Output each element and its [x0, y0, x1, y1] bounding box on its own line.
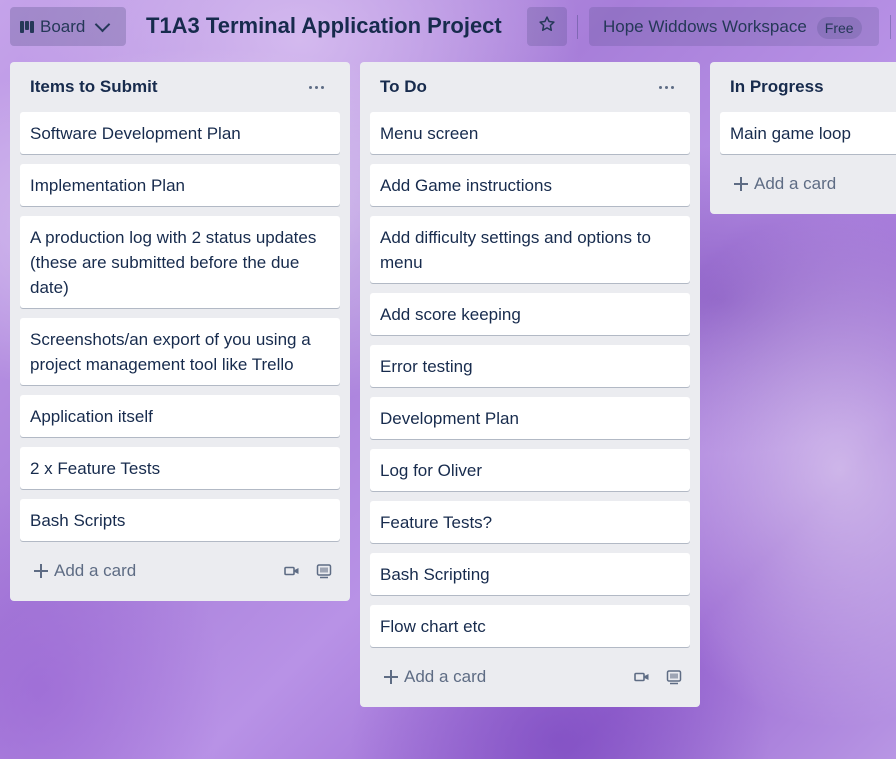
list-title[interactable]: In Progress	[730, 77, 824, 97]
list-header: Items to Submit	[20, 62, 340, 112]
card-template-icon[interactable]	[316, 563, 332, 579]
board-header: Board T1A3 Terminal Application Project …	[0, 0, 896, 56]
card[interactable]: Flow chart etc	[370, 605, 690, 647]
card[interactable]: 2 x Feature Tests	[20, 447, 340, 489]
list-in-progress: In Progress Main game loop Add a card	[710, 62, 896, 214]
card[interactable]: Add score keeping	[370, 293, 690, 335]
header-divider	[890, 15, 891, 39]
add-card-label: Add a card	[754, 174, 837, 193]
more-icon[interactable]	[652, 75, 680, 99]
list-header: To Do	[370, 62, 690, 112]
list-header: In Progress	[720, 62, 896, 112]
card[interactable]: Application itself	[20, 395, 340, 437]
chevron-down-icon	[95, 16, 111, 32]
add-card-label: Add a card	[404, 667, 487, 686]
card[interactable]: Menu screen	[370, 112, 690, 154]
card[interactable]: Screenshots/an export of you using a pro…	[20, 318, 340, 385]
list-footer-actions	[634, 669, 682, 685]
list-items-to-submit: Items to Submit Software Development Pla…	[10, 62, 350, 601]
card[interactable]: Bash Scripting	[370, 553, 690, 595]
card[interactable]: Bash Scripts	[20, 499, 340, 541]
add-card-label: Add a card	[54, 561, 137, 580]
workspace-name: Hope Widdows Workspace	[603, 16, 807, 36]
card[interactable]: Feature Tests?	[370, 501, 690, 543]
plus-icon	[34, 564, 48, 578]
card[interactable]: Log for Oliver	[370, 449, 690, 491]
list-footer: Add a card	[20, 551, 340, 591]
add-card-button[interactable]: Add a card	[34, 561, 136, 581]
plus-icon	[384, 670, 398, 684]
list-title[interactable]: To Do	[380, 77, 427, 97]
list-footer: Add a card	[370, 657, 690, 697]
add-card-button[interactable]: Add a card	[384, 667, 486, 687]
card[interactable]: Software Development Plan	[20, 112, 340, 154]
list-to-do: To Do Menu screen Add Game instructions …	[360, 62, 700, 707]
card[interactable]: Development Plan	[370, 397, 690, 439]
board-view-label: Board	[40, 16, 86, 36]
board-title[interactable]: T1A3 Terminal Application Project	[146, 13, 502, 39]
header-divider	[577, 15, 578, 39]
workspace-button[interactable]: Hope Widdows Workspace Free	[589, 7, 879, 46]
template-icon[interactable]	[284, 565, 300, 577]
add-card-button[interactable]: Add a card	[734, 174, 836, 194]
list-footer: Add a card	[720, 164, 896, 204]
card[interactable]: Add Game instructions	[370, 164, 690, 206]
card[interactable]: Add difficulty settings and options to m…	[370, 216, 690, 283]
card[interactable]: Error testing	[370, 345, 690, 387]
plus-icon	[734, 177, 748, 191]
star-icon	[538, 15, 556, 38]
workspace-plan-badge: Free	[816, 16, 862, 39]
card[interactable]: Main game loop	[720, 112, 896, 154]
card[interactable]: A production log with 2 status updates (…	[20, 216, 340, 308]
card[interactable]: Implementation Plan	[20, 164, 340, 206]
list-title[interactable]: Items to Submit	[30, 77, 158, 97]
list-footer-actions	[284, 563, 332, 579]
star-board-button[interactable]	[527, 7, 567, 46]
card-template-icon[interactable]	[666, 669, 682, 685]
template-icon[interactable]	[634, 671, 650, 683]
more-icon[interactable]	[302, 75, 330, 99]
board-view-switcher[interactable]: Board	[10, 7, 126, 46]
board-icon	[20, 20, 34, 33]
